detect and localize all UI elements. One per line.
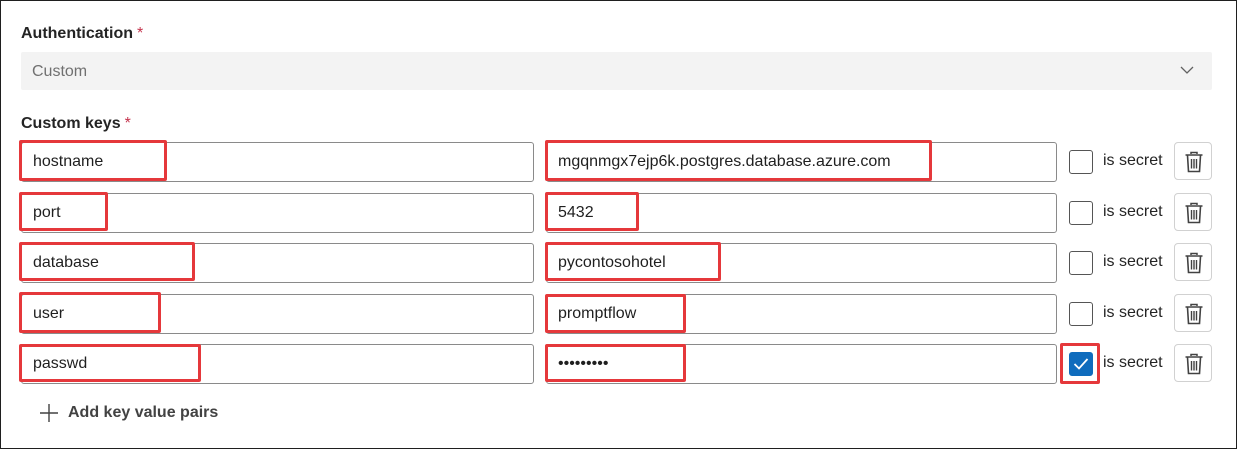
key-value-row: passwd ••••••••• is secret — [1, 343, 1237, 384]
checkmark-icon — [1073, 358, 1089, 370]
custom-connection-form: Authentication * Custom Custom keys * host… — [0, 0, 1237, 449]
is-secret-label: is secret — [1103, 253, 1163, 270]
delete-row-button[interactable] — [1174, 243, 1212, 281]
value-input[interactable]: pycontosohotel — [546, 243, 1057, 283]
key-input[interactable]: user — [21, 294, 534, 334]
authentication-selected-value: Custom — [32, 63, 88, 80]
trash-icon — [1185, 151, 1203, 173]
chevron-down-icon — [1180, 66, 1194, 74]
key-value-row: user promptflow is secret — [1, 292, 1237, 334]
value-input[interactable]: promptflow — [546, 294, 1057, 334]
is-secret-label: is secret — [1103, 304, 1163, 321]
trash-icon — [1185, 303, 1203, 325]
required-mark: * — [124, 115, 131, 132]
delete-row-button[interactable] — [1174, 193, 1212, 231]
is-secret-label: is secret — [1103, 203, 1163, 220]
value-input[interactable]: ••••••••• — [546, 344, 1057, 384]
trash-icon — [1185, 202, 1203, 224]
authentication-label: Authentication * — [21, 25, 144, 42]
trash-icon — [1185, 252, 1203, 274]
key-input[interactable]: passwd — [21, 344, 534, 384]
value-input[interactable]: 5432 — [546, 193, 1057, 233]
delete-row-button[interactable] — [1174, 294, 1212, 332]
is-secret-checkbox[interactable] — [1069, 302, 1093, 326]
custom-keys-label: Custom keys * — [21, 115, 131, 132]
is-secret-checkbox[interactable] — [1069, 150, 1093, 174]
authentication-dropdown[interactable]: Custom — [21, 52, 1212, 90]
is-secret-checkbox[interactable] — [1069, 251, 1093, 275]
key-value-row: port 5432 is secret — [1, 192, 1237, 233]
key-value-row: database pycontosohotel is secret — [1, 242, 1237, 283]
required-mark: * — [137, 25, 144, 42]
is-secret-label: is secret — [1103, 152, 1163, 169]
trash-icon — [1185, 353, 1203, 375]
plus-icon — [40, 404, 58, 422]
key-input[interactable]: hostname — [21, 142, 534, 182]
value-input[interactable]: mgqnmgx7ejp6k.postgres.database.azure.co… — [546, 142, 1057, 182]
key-input[interactable]: port — [21, 193, 534, 233]
add-key-value-pairs-label: Add key value pairs — [68, 404, 219, 421]
delete-row-button[interactable] — [1174, 344, 1212, 382]
is-secret-checkbox[interactable] — [1069, 352, 1093, 376]
key-value-row: hostname mgqnmgx7ejp6k.postgres.database… — [1, 140, 1237, 182]
is-secret-checkbox[interactable] — [1069, 201, 1093, 225]
is-secret-label: is secret — [1103, 354, 1163, 371]
delete-row-button[interactable] — [1174, 142, 1212, 180]
key-input[interactable]: database — [21, 243, 534, 283]
